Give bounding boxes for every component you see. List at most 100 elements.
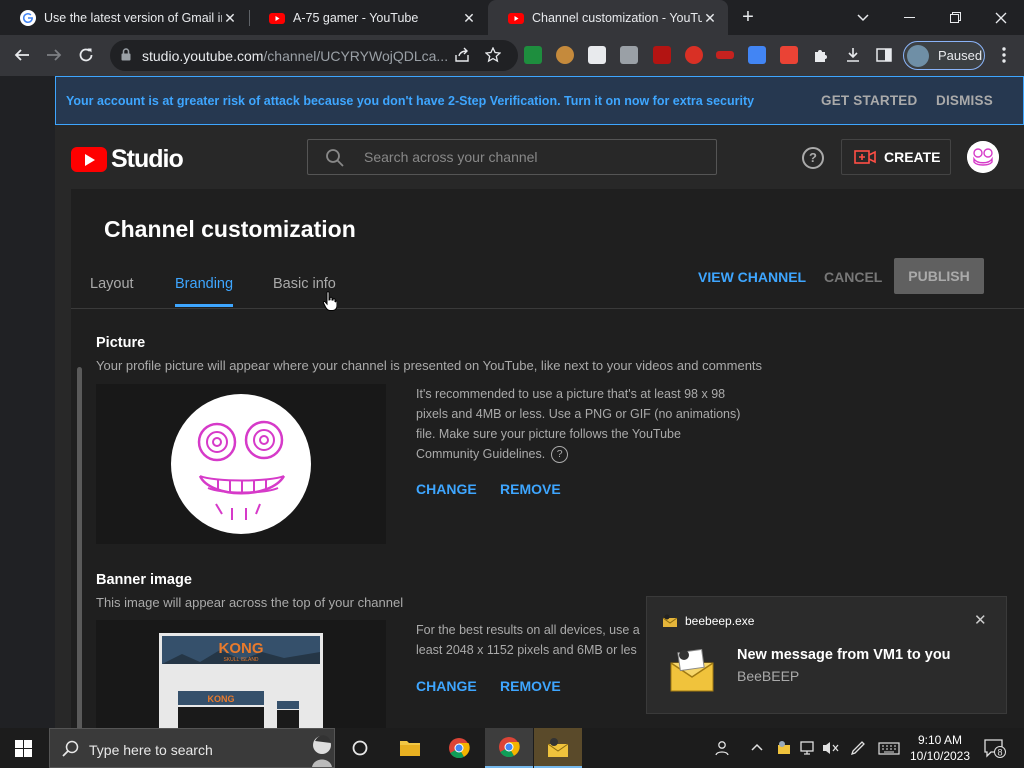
- browser-tab-youtube[interactable]: A-75 gamer - YouTube ✕: [249, 0, 487, 35]
- new-tab-button[interactable]: +: [737, 6, 759, 28]
- tray-app-icon[interactable]: [776, 740, 792, 756]
- ublock-icon[interactable]: [653, 46, 671, 64]
- chrome-active-window-icon[interactable]: [485, 728, 533, 768]
- reload-icon[interactable]: [74, 43, 98, 67]
- bookmark-star-icon[interactable]: [481, 43, 505, 67]
- minimize-icon[interactable]: [886, 0, 932, 35]
- youtube-icon: [508, 10, 524, 26]
- tray-chevron-up-icon[interactable]: [751, 740, 763, 754]
- forward-arrow-icon[interactable]: [42, 43, 66, 67]
- extension-blue-icon[interactable]: [748, 46, 766, 64]
- close-tab-icon[interactable]: ✕: [222, 10, 238, 26]
- youtube-icon: [269, 10, 285, 26]
- get-started-button[interactable]: GET STARTED: [821, 93, 917, 108]
- cancel-button[interactable]: CANCEL: [824, 269, 882, 285]
- youtube-play-icon: [71, 147, 107, 172]
- help-icon[interactable]: ?: [802, 147, 824, 169]
- restore-icon[interactable]: [932, 0, 978, 35]
- profile-picture-art: [171, 394, 311, 534]
- browser-tab-gmail[interactable]: Use the latest version of Gmail in ✕: [0, 0, 248, 35]
- banner-section-description: This image will appear across the top of…: [96, 595, 404, 610]
- page-title: Channel customization: [104, 216, 356, 242]
- publish-button[interactable]: PUBLISH: [894, 258, 984, 294]
- cookie-extension-icon[interactable]: [556, 46, 574, 64]
- security-warning-text: Your account is at greater risk of attac…: [66, 94, 755, 108]
- channel-search[interactable]: [307, 139, 717, 175]
- beebeep-taskbar-icon[interactable]: [534, 728, 582, 768]
- volume-muted-icon[interactable]: [822, 740, 840, 756]
- pen-workspace-icon[interactable]: [850, 740, 866, 756]
- extension-red-text-icon[interactable]: [716, 51, 734, 59]
- download-icon[interactable]: [841, 43, 865, 67]
- security-warning-banner: Your account is at greater risk of attac…: [55, 76, 1024, 125]
- taskbar-search-placeholder: Type here to search: [89, 742, 213, 758]
- remove-picture-button[interactable]: REMOVE: [500, 481, 561, 497]
- browser-menu-icon[interactable]: [992, 43, 1016, 67]
- studio-logo-text: Studio: [111, 145, 184, 173]
- extension-print-icon[interactable]: [620, 46, 638, 64]
- banner-section-title: Banner image: [96, 572, 192, 588]
- mail-envelope-icon: [669, 649, 715, 693]
- keyboard-icon[interactable]: [878, 740, 900, 756]
- beebeep-app-icon: [662, 614, 678, 628]
- url-path: /channel/UCYRYWojQDLca...: [263, 48, 449, 64]
- toast-body: BeeBEEP: [737, 668, 800, 684]
- browser-tab-studio[interactable]: Channel customization - YouTube ✕: [488, 0, 728, 35]
- profile-avatar: [907, 44, 929, 67]
- dismiss-button[interactable]: DISMISS: [936, 93, 993, 108]
- profile-button[interactable]: Paused: [903, 41, 985, 70]
- banner-kong-title: KONG: [219, 640, 264, 657]
- windows-start-icon[interactable]: [15, 740, 32, 757]
- view-channel-button[interactable]: VIEW CHANNEL: [698, 269, 806, 285]
- close-tab-icon[interactable]: ✕: [702, 10, 718, 26]
- studio-logo[interactable]: Studio: [71, 145, 184, 174]
- help-circle-icon[interactable]: ?: [551, 446, 569, 464]
- toast-app-name: beebeep.exe: [685, 614, 755, 628]
- search-input[interactable]: [364, 140, 704, 174]
- extension-mask-icon[interactable]: [588, 46, 606, 64]
- taskbar-search-box[interactable]: Type here to search: [49, 728, 335, 768]
- sidebar-scrollbar[interactable]: [77, 367, 82, 728]
- profile-picture-preview: [96, 384, 386, 544]
- tab-search-chevron-icon[interactable]: [840, 0, 886, 35]
- change-banner-button[interactable]: CHANGE: [416, 678, 477, 694]
- picture-section-title: Picture: [96, 335, 146, 351]
- chrome-icon[interactable]: [435, 728, 483, 768]
- search-icon: [325, 148, 345, 168]
- back-arrow-icon[interactable]: [10, 43, 34, 67]
- remove-banner-button[interactable]: REMOVE: [500, 678, 561, 694]
- file-explorer-icon[interactable]: [386, 728, 434, 768]
- extension-s-icon[interactable]: [524, 46, 542, 64]
- profile-status: Paused: [938, 48, 983, 63]
- picture-note-text: It's recommended to use a picture that's…: [416, 387, 741, 461]
- banner-guidelines-note: For the best results on all devices, use…: [416, 623, 640, 657]
- browser-tab-strip: Use the latest version of Gmail in ✕ A-7…: [0, 0, 1024, 35]
- notification-center-icon[interactable]: 8: [984, 738, 1006, 758]
- account-avatar[interactable]: [967, 141, 999, 173]
- tab-branding[interactable]: Branding: [175, 276, 234, 307]
- side-panel-icon[interactable]: [872, 43, 896, 67]
- tab-title: Channel customization - YouTube: [532, 10, 702, 25]
- share-icon[interactable]: [450, 43, 474, 67]
- toast-close-icon[interactable]: ✕: [974, 611, 987, 629]
- extensions-puzzle-icon[interactable]: [809, 43, 833, 67]
- people-icon[interactable]: [715, 740, 731, 756]
- extension-red-circle-icon[interactable]: [685, 46, 703, 64]
- create-button[interactable]: CREATE: [841, 139, 951, 175]
- taskbar-clock[interactable]: 9:10 AM 10/10/2023: [906, 732, 974, 764]
- hand-cursor-icon: [323, 291, 337, 311]
- cortana-icon[interactable]: [336, 728, 384, 768]
- change-picture-button[interactable]: CHANGE: [416, 481, 477, 497]
- clock-date: 10/10/2023: [909, 749, 971, 763]
- notification-count: 8: [997, 748, 1002, 758]
- tab-layout[interactable]: Layout: [90, 276, 134, 304]
- beebeep-toast[interactable]: beebeep.exe ✕ New message from VM1 to yo…: [646, 596, 1007, 714]
- close-tab-icon[interactable]: ✕: [461, 10, 477, 26]
- create-label: CREATE: [884, 149, 941, 165]
- extension-heart-icon[interactable]: [780, 46, 798, 64]
- network-icon[interactable]: [799, 740, 815, 756]
- google-icon: [20, 9, 36, 26]
- tab-title: A-75 gamer - YouTube: [293, 10, 419, 25]
- close-window-icon[interactable]: [978, 0, 1024, 35]
- banner-kong-small: KONG: [208, 694, 235, 704]
